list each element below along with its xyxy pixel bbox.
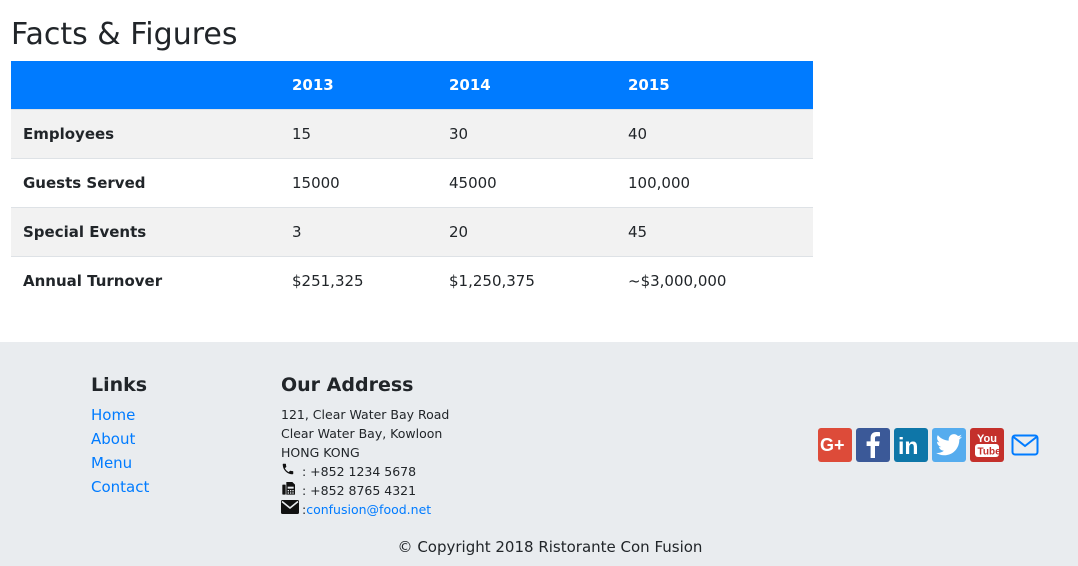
- mail-icon[interactable]: [1008, 428, 1042, 462]
- envelope-icon: [281, 500, 299, 519]
- row-label: Annual Turnover: [23, 271, 163, 290]
- table-row: Annual Turnover $251,325 $1,250,375 ~$3,…: [11, 256, 813, 305]
- header-cell: 2014: [449, 75, 491, 94]
- phone-line: : +852 1234 5678: [281, 462, 449, 481]
- table-cell: 45: [628, 222, 648, 241]
- table-cell: 40: [628, 124, 648, 143]
- link-menu[interactable]: Menu: [91, 454, 132, 472]
- linkedin-icon[interactable]: in: [894, 428, 928, 462]
- email-link[interactable]: confusion@food.net: [306, 500, 431, 519]
- link-home[interactable]: Home: [91, 406, 135, 424]
- table-cell: ~$3,000,000: [628, 271, 727, 290]
- table-cell: 15: [292, 124, 312, 143]
- header-cell: 2013: [292, 75, 334, 94]
- link-contact[interactable]: Contact: [91, 478, 149, 496]
- google-plus-icon[interactable]: G+: [818, 428, 852, 462]
- table-cell: 3: [292, 222, 302, 241]
- svg-text:Tube: Tube: [978, 447, 1002, 458]
- email-line: : confusion@food.net: [281, 500, 449, 519]
- phone-icon: [281, 462, 299, 481]
- svg-text:G+: G+: [820, 435, 845, 455]
- table-row: Special Events 3 20 45: [11, 207, 813, 256]
- footer-links: Home About Menu Contact: [91, 406, 149, 502]
- link-about[interactable]: About: [91, 430, 135, 448]
- footer-link-item: About: [91, 430, 149, 454]
- footer-link-item: Menu: [91, 454, 149, 478]
- links-heading: Links: [91, 374, 148, 396]
- address-line: 121, Clear Water Bay Road: [281, 407, 450, 422]
- table-cell: 20: [449, 222, 469, 241]
- table-cell: 30: [449, 124, 469, 143]
- address-block: 121, Clear Water Bay Road Clear Water Ba…: [281, 405, 449, 519]
- table-cell: 15000: [292, 173, 340, 192]
- header-cell: [11, 61, 280, 109]
- table-cell: $251,325: [292, 271, 364, 290]
- table-cell: 45000: [449, 173, 497, 192]
- address-line: Clear Water Bay, Kowloon: [281, 426, 443, 441]
- footer: Links Home About Menu Contact Our Addres…: [0, 342, 1078, 566]
- table-cell: 100,000: [628, 173, 691, 192]
- table-row: Employees 15 30 40: [11, 109, 813, 158]
- footer-link-item: Contact: [91, 478, 149, 502]
- table-header-row: 2013 2014 2015: [11, 61, 813, 109]
- youtube-icon[interactable]: You Tube: [970, 428, 1004, 462]
- row-label: Employees: [23, 124, 115, 143]
- facts-table: 2013 2014 2015 Employees 15 30 40 Guests…: [11, 61, 813, 305]
- page-title: Facts & Figures: [11, 17, 238, 52]
- svg-text:You: You: [977, 433, 997, 445]
- table-cell: $1,250,375: [449, 271, 535, 290]
- row-label: Special Events: [23, 222, 147, 241]
- fax-number: : +852 8765 4321: [302, 483, 417, 498]
- facebook-icon[interactable]: [856, 428, 890, 462]
- fax-icon: [281, 480, 299, 501]
- footer-link-item: Home: [91, 406, 149, 430]
- twitter-icon[interactable]: [932, 428, 966, 462]
- header-cell: 2015: [628, 75, 670, 94]
- fax-line: : +852 8765 4321: [281, 481, 449, 500]
- address-line: HONG KONG: [281, 445, 360, 460]
- social-links: G+ in You Tube: [818, 428, 1046, 462]
- table-row: Guests Served 15000 45000 100,000: [11, 158, 813, 207]
- copyright-text: © Copyright 2018 Ristorante Con Fusion: [397, 538, 703, 556]
- phone-number: : +852 1234 5678: [302, 464, 417, 479]
- svg-text:in: in: [898, 433, 918, 457]
- address-heading: Our Address: [281, 374, 414, 396]
- row-label: Guests Served: [23, 173, 146, 192]
